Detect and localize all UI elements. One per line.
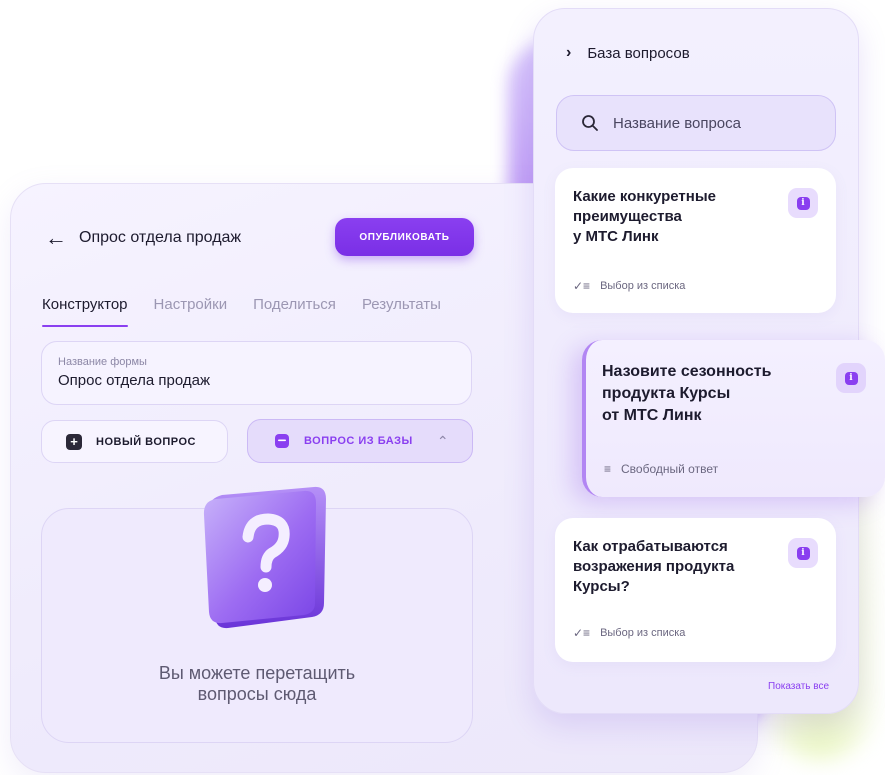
question-type-label: Выбор из списка	[600, 280, 686, 292]
question-title: Назовите сезонность продукта Курсы от МТ…	[602, 361, 771, 427]
form-header: ← Опрос отдела продаж	[45, 227, 241, 249]
drop-zone-hint-line1: Вы можете перетащить	[158, 663, 356, 683]
question-type: ✓≡ Выбор из списка	[573, 279, 685, 293]
drop-zone-hint: Вы можете перетащить вопросы сюда	[41, 663, 473, 705]
info-icon: i	[796, 196, 810, 210]
publish-button[interactable]: ОПУБЛИКОВАТЬ	[335, 218, 474, 256]
question-card[interactable]: Какие конкуретные преимущества у МТС Лин…	[555, 168, 836, 313]
search-input[interactable]	[613, 114, 803, 132]
question-title: Какие конкуретные преимущества у МТС Лин…	[573, 187, 716, 247]
form-title: Опрос отдела продаж	[79, 229, 242, 246]
question-search[interactable]	[556, 95, 836, 151]
info-button[interactable]: i	[788, 188, 818, 218]
question-title: Как отрабатываются возражения продукта К…	[573, 537, 734, 597]
form-name-value[interactable]: Опрос отдела продаж	[58, 372, 455, 389]
tab-share[interactable]: Поделиться	[253, 296, 336, 327]
form-name-label: Название формы	[58, 356, 147, 368]
question-card[interactable]: Как отрабатываются возражения продукта К…	[555, 518, 836, 662]
question-from-base-label: ВОПРОС ИЗ БАЗЫ	[304, 435, 413, 447]
show-all-link[interactable]: Показать все	[768, 681, 829, 692]
question-title-line: Как отрабатываются	[573, 538, 728, 555]
search-icon	[582, 115, 598, 131]
question-from-base-button[interactable]: ВОПРОС ИЗ БАЗЫ ⌃	[247, 419, 473, 463]
question-base-title: База вопросов	[587, 44, 690, 62]
question-title-line: от МТС Линк	[602, 407, 702, 424]
plus-square-icon: +	[66, 433, 82, 450]
question-title-line: Назовите сезонность	[602, 363, 772, 380]
tab-results[interactable]: Результаты	[362, 296, 441, 327]
checklist-icon: ✓≡	[573, 279, 591, 293]
chevron-right-icon[interactable]: ›	[566, 44, 571, 62]
tab-constructor[interactable]: Конструктор	[42, 296, 128, 327]
database-icon	[275, 434, 289, 448]
info-button[interactable]: i	[836, 363, 866, 393]
info-icon: i	[844, 371, 858, 385]
new-question-label: НОВЫЙ ВОПРОС	[96, 435, 196, 448]
list-icon: ≡	[604, 462, 612, 476]
info-icon: i	[796, 546, 810, 560]
checklist-icon: ✓≡	[573, 626, 591, 640]
question-title-line: продукта Курсы	[602, 385, 731, 402]
drop-zone-hint-line2: вопросы сюда	[197, 684, 317, 704]
question-title-line: Какие конкуретные	[573, 188, 716, 205]
question-title-line: преимущества	[573, 208, 682, 225]
constructor-tabs: Конструктор Настройки Поделиться Результ…	[42, 296, 467, 327]
question-type-label: Выбор из списка	[600, 627, 686, 639]
question-type-label: Свободный ответ	[621, 462, 719, 476]
question-title-line: Курсы?	[573, 578, 630, 595]
question-mark-cube-icon	[203, 486, 326, 629]
form-name-field[interactable]: Название формы Опрос отдела продаж	[41, 341, 472, 405]
new-question-button[interactable]: + НОВЫЙ ВОПРОС	[41, 420, 228, 463]
question-type: ✓≡ Выбор из списка	[573, 626, 685, 640]
question-type: ≡ Свободный ответ	[604, 462, 718, 476]
question-base-header: › База вопросов	[566, 44, 690, 62]
arrow-left-icon[interactable]: ←	[45, 227, 67, 249]
chevron-up-icon: ⌃	[436, 433, 449, 449]
tab-settings[interactable]: Настройки	[154, 296, 228, 327]
question-title-line: у МТС Линк	[573, 228, 659, 245]
question-card-dragging[interactable]: Назовите сезонность продукта Курсы от МТ…	[582, 340, 885, 497]
question-title-line: возражения продукта	[573, 558, 735, 575]
info-button[interactable]: i	[788, 538, 818, 568]
